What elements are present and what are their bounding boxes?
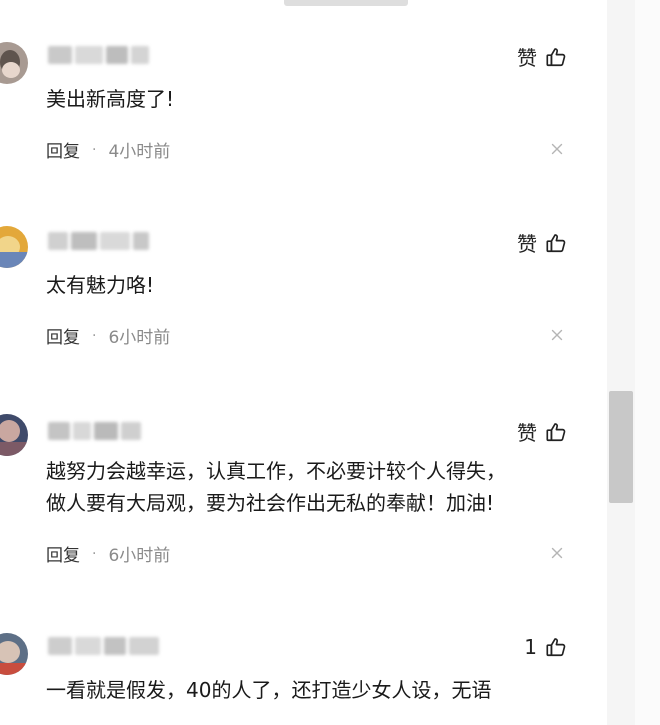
- comment-meta: 回复 · 6小时前: [46, 323, 171, 349]
- username-blurred[interactable]: [48, 46, 149, 64]
- meta-separator: ·: [92, 141, 97, 158]
- comment-item-4: 1 一看就是假发，40的人了，还打造少女人设，无语: [0, 615, 607, 725]
- close-icon[interactable]: [551, 547, 563, 559]
- thumbs-up-icon: [546, 233, 566, 252]
- reply-button[interactable]: 回复: [46, 137, 80, 162]
- comment-text: 一看就是假发，40的人了，还打造少女人设，无语: [46, 678, 492, 702]
- timestamp: 6小时前: [108, 328, 171, 348]
- meta-separator: ·: [92, 545, 97, 562]
- comment-item-3: 赞 越努力会越幸运，认真工作，不必要计较个人得失， 做人要有大局观，要为社会作出…: [0, 390, 607, 615]
- like-button[interactable]: 1: [524, 635, 567, 659]
- comment-text: 太有魅力咯!: [46, 273, 155, 297]
- comment-item-2: 赞 太有魅力咯! 回复 · 6小时前: [0, 190, 607, 390]
- comment-meta: 回复 · 4小时前: [46, 137, 171, 163]
- close-icon[interactable]: [551, 329, 563, 341]
- comment-meta: 回复 · 6小时前: [46, 541, 171, 567]
- timestamp: 4小时前: [108, 142, 171, 162]
- like-button[interactable]: 赞: [517, 42, 567, 71]
- scrollbar-track[interactable]: [607, 0, 635, 725]
- user-avatar[interactable]: [0, 226, 28, 268]
- like-label: 赞: [517, 46, 537, 70]
- username-blurred[interactable]: [48, 232, 149, 250]
- thumbs-up-icon: [546, 638, 566, 657]
- like-label: 赞: [517, 421, 537, 445]
- username-blurred[interactable]: [48, 422, 141, 440]
- scrollbar-thumb[interactable]: [609, 391, 633, 503]
- reply-button[interactable]: 回复: [46, 323, 80, 348]
- like-button[interactable]: 赞: [517, 228, 567, 257]
- username-blurred[interactable]: [48, 637, 159, 655]
- right-edge-panel: [635, 0, 660, 725]
- reply-button[interactable]: 回复: [46, 541, 80, 566]
- comment-panel: 赞 美出新高度了! 回复 · 4小时前 赞 太有魅力咯! 回复 · 6小时前 赞…: [0, 0, 660, 725]
- like-label: 赞: [517, 232, 537, 256]
- comment-text: 美出新高度了!: [46, 87, 175, 111]
- comment-item-1: 赞 美出新高度了! 回复 · 4小时前: [0, 0, 607, 190]
- comment-text-line-2: 做人要有大局观，要为社会作出无私的奉献！加油!: [46, 491, 495, 515]
- timestamp: 6小时前: [108, 546, 171, 566]
- user-avatar[interactable]: [0, 633, 28, 675]
- close-icon[interactable]: [551, 143, 563, 155]
- meta-separator: ·: [92, 327, 97, 344]
- thumbs-up-icon: [546, 422, 566, 441]
- user-avatar[interactable]: [0, 42, 28, 84]
- thumbs-up-icon: [546, 47, 566, 66]
- comment-text-line-1: 越努力会越幸运，认真工作，不必要计较个人得失，: [46, 459, 506, 483]
- like-count: 1: [524, 635, 537, 659]
- like-button[interactable]: 赞: [517, 417, 567, 446]
- user-avatar[interactable]: [0, 414, 28, 456]
